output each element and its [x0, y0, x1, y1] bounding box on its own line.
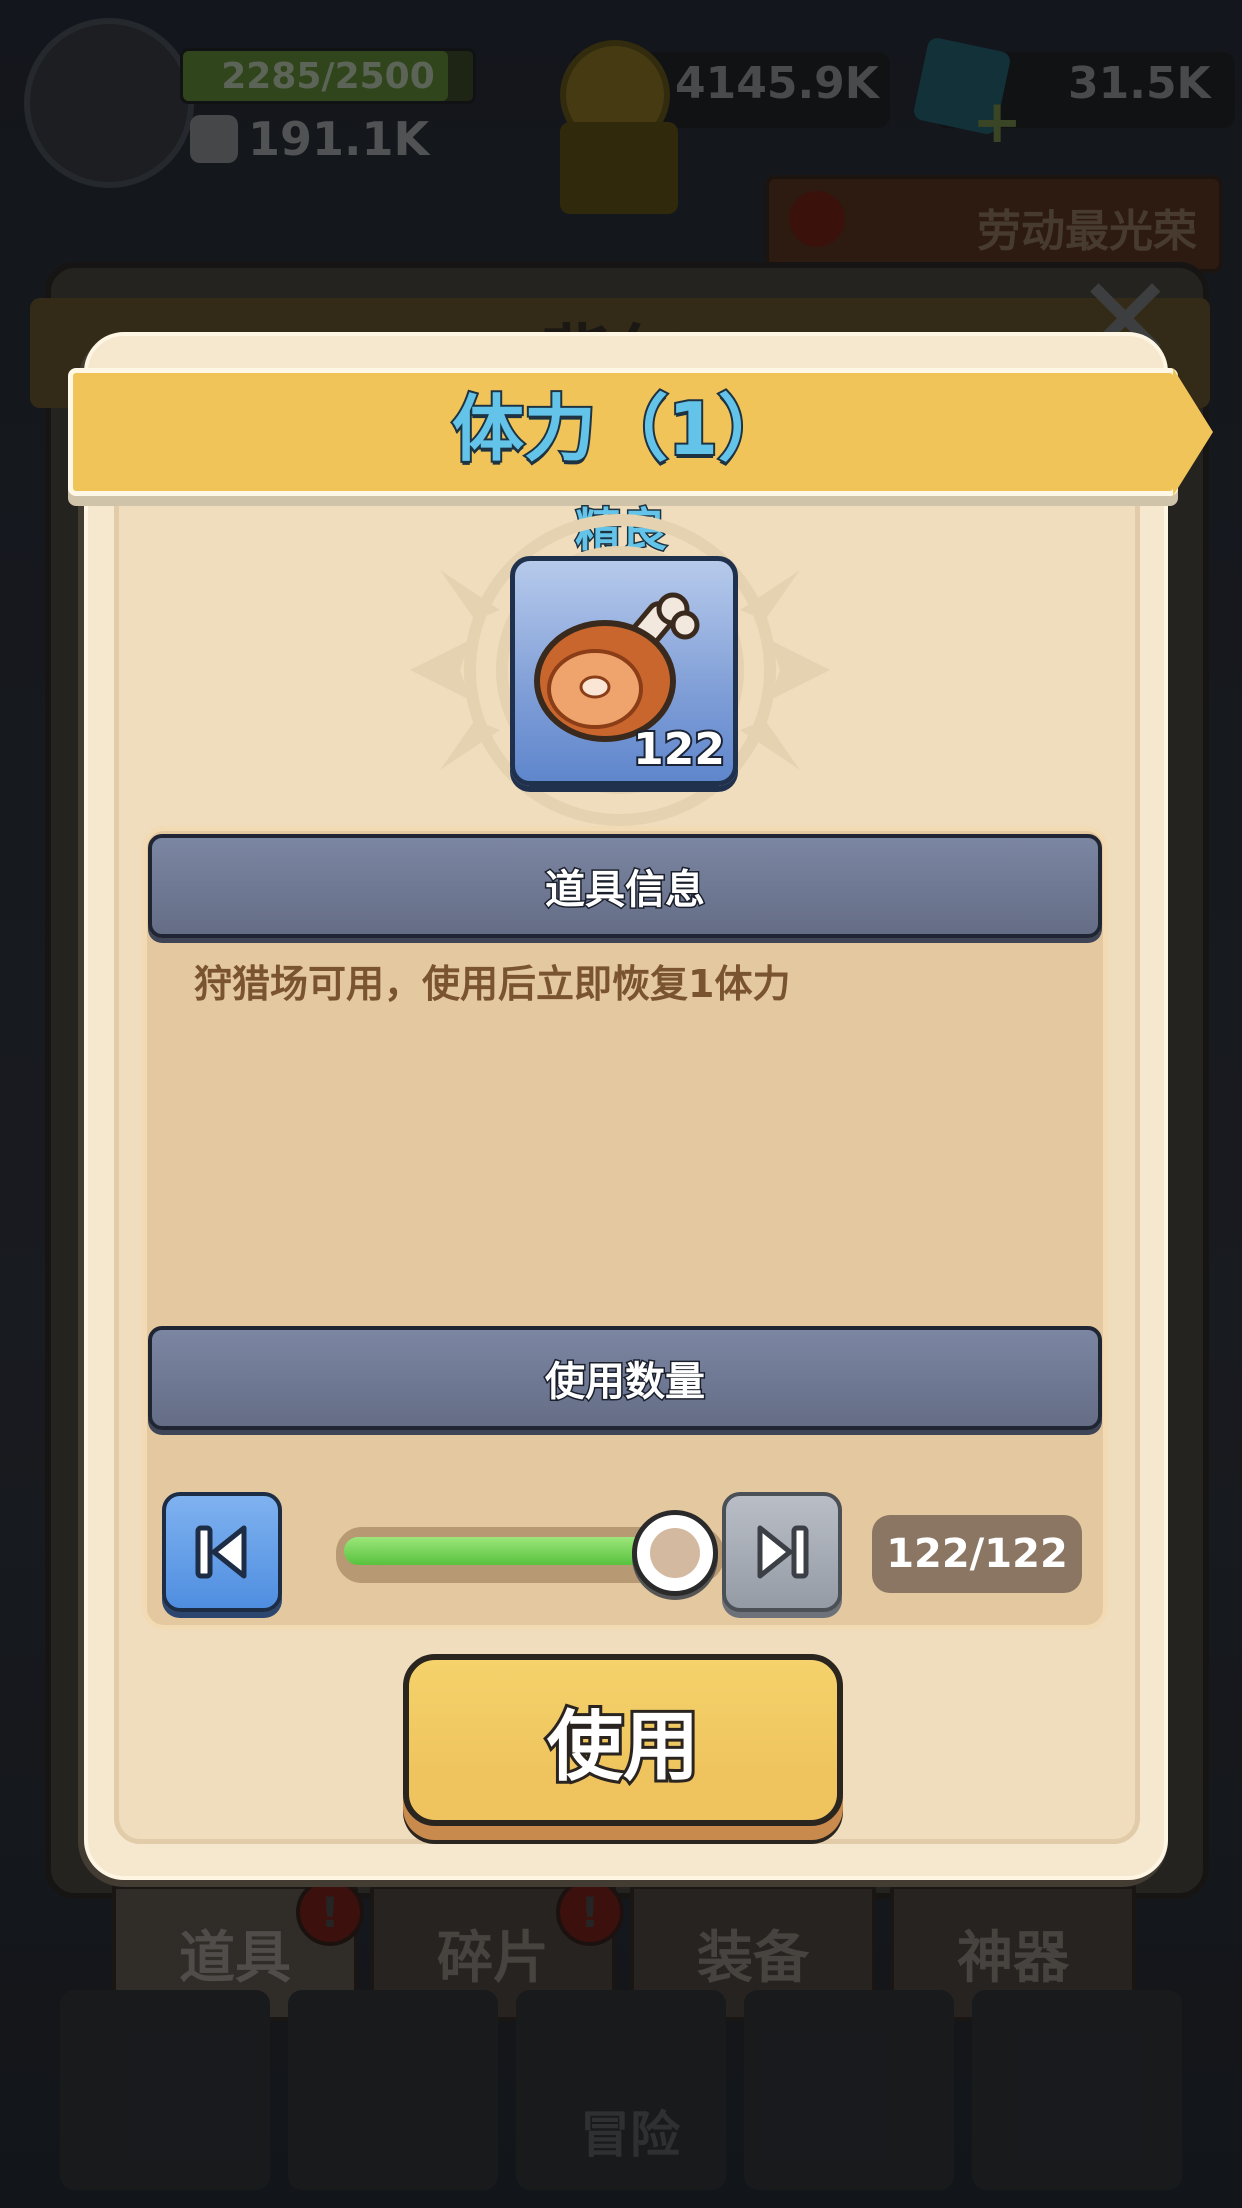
min-quantity-button[interactable] [162, 1492, 282, 1612]
quantity-header: 使用数量 [148, 1326, 1102, 1430]
max-quantity-button[interactable] [722, 1492, 842, 1612]
quantity-text: 122/122 [886, 1531, 1068, 1577]
item-slot[interactable]: 122 [510, 556, 738, 786]
modal-title: 体力（1） [450, 385, 792, 473]
item-count: 122 [631, 722, 727, 777]
skip-forward-icon [757, 1525, 809, 1579]
quantity-header-label: 使用数量 [544, 1358, 707, 1407]
use-button[interactable]: 使用 [403, 1654, 843, 1826]
item-info-header: 道具信息 [148, 834, 1102, 938]
item-info-header-label: 道具信息 [544, 866, 707, 915]
skip-back-icon [195, 1525, 247, 1579]
quantity-slider-handle[interactable] [632, 1510, 718, 1596]
info-panel [142, 826, 1108, 1630]
use-button-label: 使用 [544, 1699, 702, 1794]
quantity-readout: 122/122 [872, 1515, 1082, 1593]
item-description: 狩猎场可用，使用后立即恢复1体力 [194, 962, 791, 1006]
